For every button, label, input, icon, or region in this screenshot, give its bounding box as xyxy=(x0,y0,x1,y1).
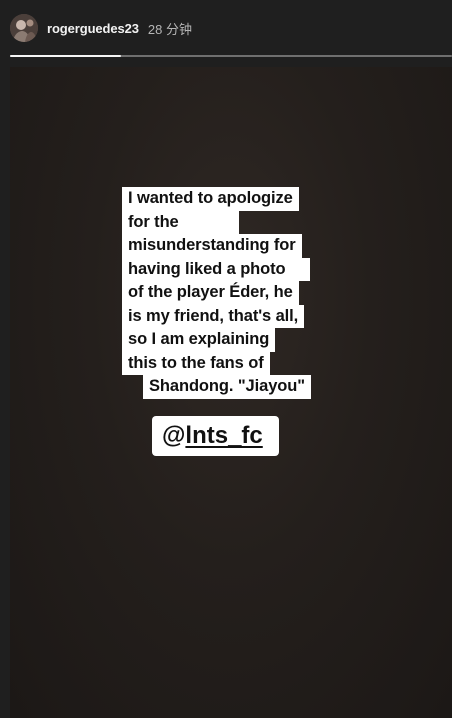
caption-line: this to the fans of xyxy=(122,351,270,375)
story-viewer: rogerguedes23 28 分钟 I wanted to apologiz… xyxy=(0,0,452,718)
story-caption: I wanted to apologize for the misunderst… xyxy=(122,187,332,399)
caption-line: so I am explaining xyxy=(122,328,276,352)
caption-line: of the player Éder, he xyxy=(122,281,299,305)
avatar[interactable] xyxy=(10,14,38,42)
caption-line: for the xyxy=(122,210,239,234)
mention-sticker[interactable]: @lnts_fc xyxy=(152,416,279,456)
username[interactable]: rogerguedes23 xyxy=(47,21,139,36)
caption-line: having liked a photo xyxy=(122,257,310,281)
caption-line: is my friend, that's all, xyxy=(122,304,305,328)
progress-fill xyxy=(10,55,121,57)
story-header: rogerguedes23 28 分钟 xyxy=(0,0,452,56)
user-avatar-icon xyxy=(10,14,38,42)
story-progress-bar xyxy=(10,55,452,58)
mention-handle: lnts_fc xyxy=(185,422,263,449)
caption-line: Shandong. "Jiayou" xyxy=(143,375,311,399)
post-time: 28 分钟 xyxy=(147,21,192,37)
caption-line: I wanted to apologize xyxy=(122,187,299,211)
caption-line: misunderstanding for xyxy=(122,234,302,258)
mention-at-symbol: @ xyxy=(162,422,186,449)
